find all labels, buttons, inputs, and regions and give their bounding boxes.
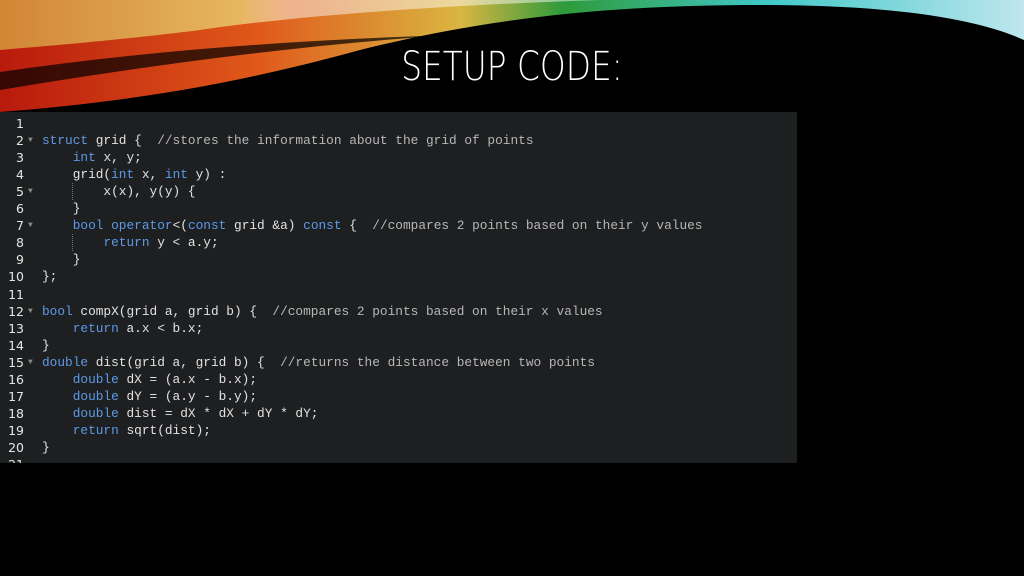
comment-token: //stores the information about the grid … xyxy=(157,133,534,149)
line-number: 7 xyxy=(16,218,24,234)
code-token: dist(grid a, grid b) { xyxy=(88,354,281,370)
code-token: dX = (a.x - b.x); xyxy=(118,371,258,387)
keyword-token: struct xyxy=(42,133,89,149)
keyword-token: return xyxy=(72,422,119,438)
code-text: struct grid { //stores the information a… xyxy=(42,132,534,149)
code-token: y) : xyxy=(187,167,227,183)
code-token: } xyxy=(42,252,81,268)
line-number: 11 xyxy=(8,286,24,302)
code-token: ( xyxy=(180,218,188,234)
keyword-token: return xyxy=(72,320,119,336)
code-token: x, xyxy=(134,167,165,183)
code-token: } xyxy=(42,201,81,217)
code-text: x(x), y(y) { xyxy=(42,183,196,200)
code-text: grid(int x, int y) : xyxy=(42,166,227,183)
code-token: grid( xyxy=(42,167,112,183)
line-number: 3 xyxy=(16,150,24,166)
comment-token: //compares 2 points based on their y val… xyxy=(372,218,703,234)
comment-token: //compares 2 points based on their x val… xyxy=(272,303,603,319)
code-token: x(x), y(y) { xyxy=(42,184,196,200)
code-text: } xyxy=(42,337,50,354)
line-number: 14 xyxy=(8,337,24,353)
keyword-token: bool xyxy=(72,218,104,234)
line-number: 9 xyxy=(16,252,24,268)
keyword-token: int xyxy=(164,167,188,183)
line-number: 5 xyxy=(16,184,24,200)
keyword-token: bool xyxy=(42,303,73,319)
line-number: 10 xyxy=(8,269,24,285)
code-editor-screenshot: 1 2 ▼ struct grid { //stores the informatio… xyxy=(0,112,797,463)
fold-arrow-icon[interactable]: ▼ xyxy=(28,354,33,371)
line-number: 1 xyxy=(16,116,24,131)
code-token: } xyxy=(42,337,50,353)
keyword-token: operator xyxy=(111,218,173,234)
code-token: { xyxy=(341,218,373,234)
keyword-token: int xyxy=(72,150,96,166)
code-text: double dX = (a.x - b.x); xyxy=(42,371,257,388)
code-text: int x, y; xyxy=(42,149,142,166)
fold-arrow-icon[interactable]: ▼ xyxy=(28,217,33,234)
keyword-token: return xyxy=(103,235,150,251)
keyword-token: int xyxy=(111,167,135,183)
line-number: 17 xyxy=(8,388,24,404)
fold-arrow-icon[interactable]: ▼ xyxy=(28,132,33,149)
code-token: dY = (a.y - b.y); xyxy=(118,388,258,404)
keyword-token: double xyxy=(72,371,119,387)
line-number: 18 xyxy=(8,405,24,421)
line-number: 20 xyxy=(8,439,24,455)
slide-title: SETUP CODE: xyxy=(401,44,623,90)
line-number: 8 xyxy=(16,235,24,251)
code-token: } xyxy=(42,439,50,455)
line-number: 16 xyxy=(8,371,24,387)
code-text: double dist(grid a, grid b) { //returns … xyxy=(42,354,595,371)
line-number: 4 xyxy=(16,167,24,183)
code-token: x, y; xyxy=(95,150,142,166)
code-token: sqrt(dist); xyxy=(118,422,211,438)
code-text: double dist = dX * dX + dY * dY; xyxy=(42,405,319,422)
code-token: dist = dX * dX + dY * dY; xyxy=(118,405,319,421)
code-text: } xyxy=(42,251,81,268)
code-text: double dY = (a.y - b.y); xyxy=(42,388,257,405)
line-number: 6 xyxy=(16,201,24,217)
fold-arrow-icon[interactable]: ▼ xyxy=(28,303,33,320)
keyword-token: double xyxy=(42,354,89,370)
line-number: 13 xyxy=(8,320,24,336)
code-token: y < a.y; xyxy=(149,235,219,251)
fold-arrow-icon[interactable]: ▼ xyxy=(28,183,33,200)
code-text: return sqrt(dist); xyxy=(42,422,211,439)
comment-token: //returns the distance between two point… xyxy=(280,354,595,370)
line-number: 2 xyxy=(16,133,24,149)
keyword-token: double xyxy=(72,388,119,404)
keyword-token: double xyxy=(72,405,119,421)
code-token: grid { xyxy=(88,133,158,149)
code-token: grid &a) xyxy=(226,218,304,234)
code-token: a.x < b.x; xyxy=(118,320,204,336)
code-text: bool compX(grid a, grid b) { //compares … xyxy=(42,303,603,320)
code-text: return a.x < b.x; xyxy=(42,320,204,337)
line-number: 19 xyxy=(8,422,24,438)
line-number: 12 xyxy=(8,303,24,319)
code-token: compX(grid a, grid b) { xyxy=(72,303,273,319)
code-text: }; xyxy=(42,268,57,285)
keyword-token: const xyxy=(187,218,227,234)
line-number: 21 xyxy=(0,456,24,463)
keyword-token: const xyxy=(303,218,342,234)
line-number: 15 xyxy=(8,354,24,370)
code-text: } xyxy=(42,439,50,456)
code-text: } xyxy=(42,200,81,217)
code-text: return y < a.y; xyxy=(42,234,219,251)
code-text: bool operator<(const grid &a) const { //… xyxy=(42,217,703,234)
code-token: }; xyxy=(42,269,58,285)
